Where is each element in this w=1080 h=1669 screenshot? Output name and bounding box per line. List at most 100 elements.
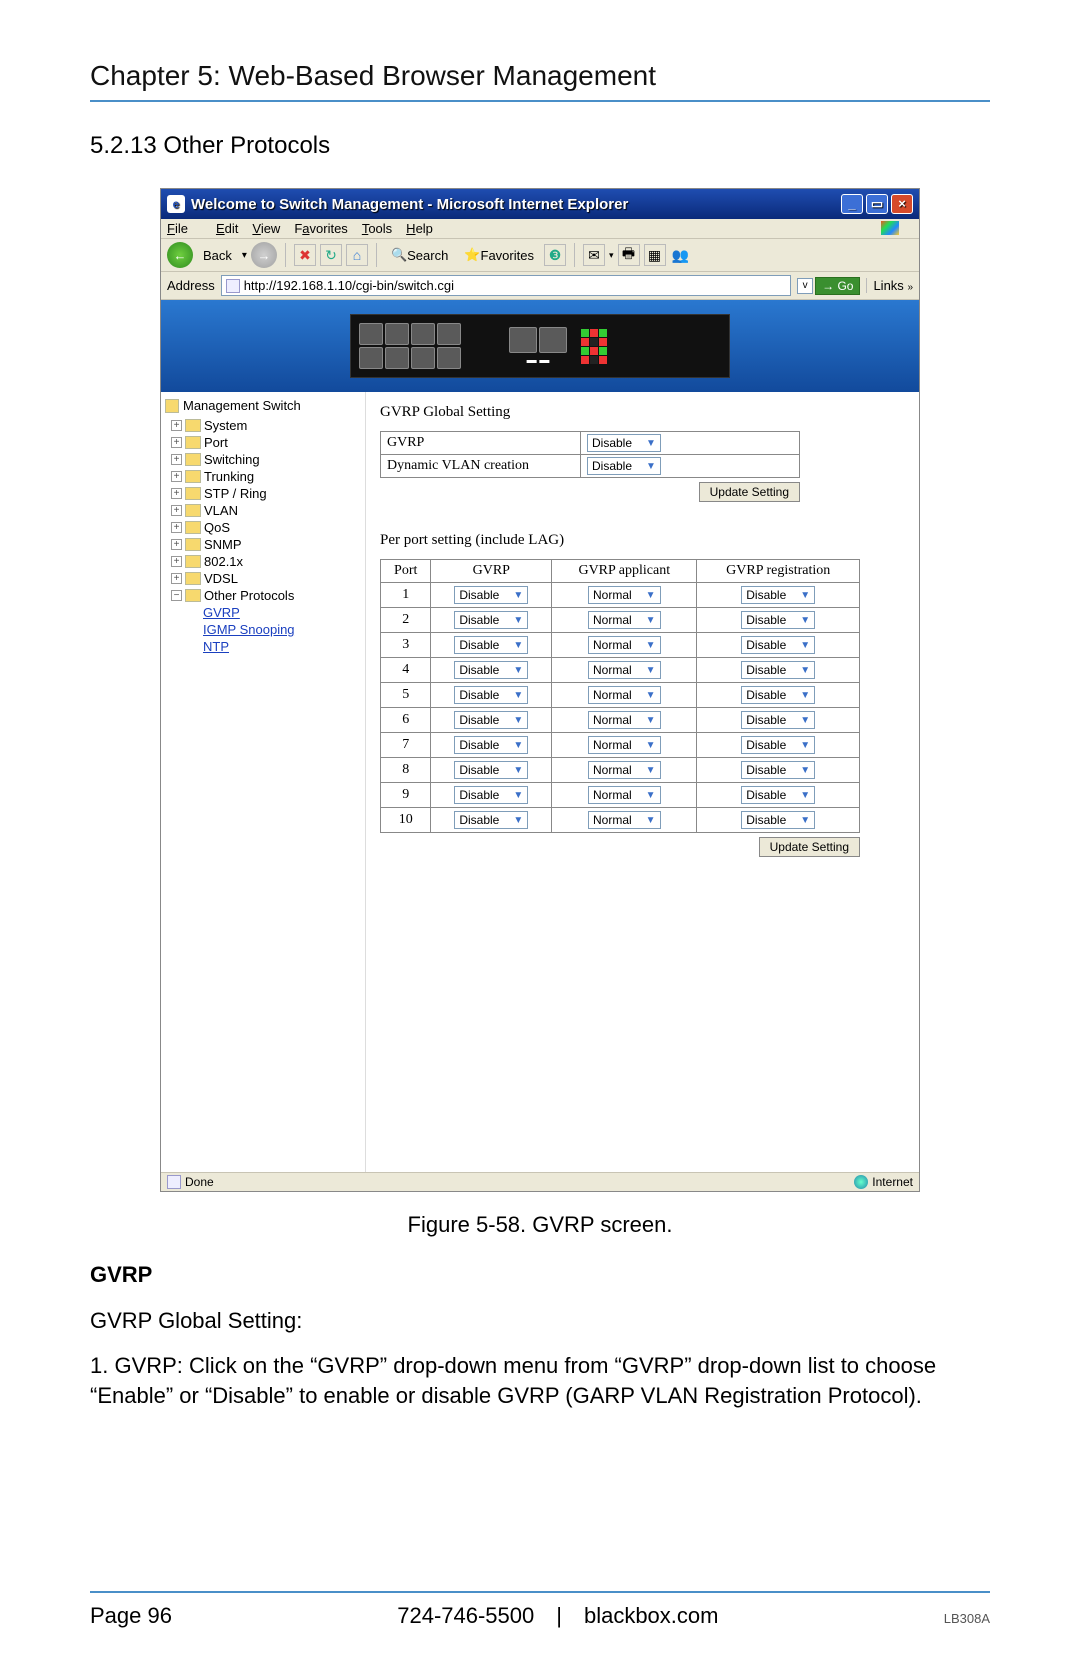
expand-icon[interactable]: + — [171, 539, 182, 550]
port-registration-dropdown[interactable]: Disable▼ — [741, 736, 815, 754]
links-label[interactable]: Links » — [866, 278, 913, 293]
favorites-button[interactable]: ⭐ Favorites — [458, 245, 540, 265]
port-gvrp-dropdown[interactable]: Disable▼ — [454, 736, 528, 754]
port-applicant-dropdown[interactable]: Normal▼ — [588, 786, 661, 804]
tree-link-ntp[interactable]: NTP — [203, 638, 361, 655]
gvrp-heading: GVRP — [90, 1260, 990, 1290]
go-button[interactable]: → Go — [815, 277, 860, 295]
expand-icon[interactable]: + — [171, 420, 182, 431]
back-label[interactable]: Back — [197, 246, 238, 265]
collapse-icon[interactable]: − — [171, 590, 182, 601]
expand-icon[interactable]: + — [171, 437, 182, 448]
port-gvrp-dropdown[interactable]: Disable▼ — [454, 611, 528, 629]
port-gvrp-dropdown[interactable]: Disable▼ — [454, 761, 528, 779]
messenger-button[interactable]: 👥 — [670, 244, 692, 266]
tree-item-vdsl[interactable]: +VDSL — [165, 570, 361, 587]
port-gvrp-dropdown[interactable]: Disable▼ — [454, 786, 528, 804]
menu-view[interactable]: View — [252, 221, 280, 236]
address-dropdown-icon[interactable]: v — [797, 278, 813, 294]
port-registration-dropdown[interactable]: Disable▼ — [741, 636, 815, 654]
tree-item-system[interactable]: +System — [165, 417, 361, 434]
refresh-button[interactable]: ↻ — [320, 244, 342, 266]
tree-item-switching[interactable]: +Switching — [165, 451, 361, 468]
back-button[interactable]: ← — [167, 242, 193, 268]
update-setting-button-top[interactable]: Update Setting — [699, 482, 800, 502]
port-registration-dropdown[interactable]: Disable▼ — [741, 611, 815, 629]
tree-item-stp-ring[interactable]: +STP / Ring — [165, 485, 361, 502]
print-button[interactable]: 🖶 — [618, 244, 640, 266]
port-applicant-dropdown[interactable]: Normal▼ — [588, 586, 661, 604]
port-number: 4 — [381, 658, 431, 683]
col-applicant: GVRP applicant — [552, 560, 697, 583]
expand-icon[interactable]: + — [171, 471, 182, 482]
tree-item-vlan[interactable]: +VLAN — [165, 502, 361, 519]
update-setting-button-bottom[interactable]: Update Setting — [759, 837, 860, 857]
port-applicant-dropdown[interactable]: Normal▼ — [588, 636, 661, 654]
perport-header: Per port setting (include LAG) — [380, 532, 905, 549]
port-applicant-dropdown[interactable]: Normal▼ — [588, 711, 661, 729]
stop-button[interactable]: ✖ — [294, 244, 316, 266]
port-applicant-dropdown[interactable]: Normal▼ — [588, 686, 661, 704]
tree-item-other-protocols[interactable]: −Other Protocols — [165, 587, 361, 604]
menu-help[interactable]: Help — [406, 221, 433, 236]
tree-item-802-1x[interactable]: +802.1x — [165, 553, 361, 570]
expand-icon[interactable]: + — [171, 454, 182, 465]
close-button[interactable]: × — [891, 194, 913, 214]
edit-button[interactable]: ▦ — [644, 244, 666, 266]
tree-item-trunking[interactable]: +Trunking — [165, 468, 361, 485]
port-gvrp-dropdown[interactable]: Disable▼ — [454, 711, 528, 729]
port-gvrp-dropdown[interactable]: Disable▼ — [454, 811, 528, 829]
folder-icon — [185, 521, 201, 534]
maximize-button[interactable]: ▭ — [866, 194, 888, 214]
port-gvrp-dropdown[interactable]: Disable▼ — [454, 586, 528, 604]
port-gvrp-dropdown[interactable]: Disable▼ — [454, 661, 528, 679]
menu-file[interactable]: File — [167, 221, 202, 236]
status-zone: Internet — [872, 1175, 913, 1189]
back-dropdown-icon[interactable]: ▾ — [242, 250, 247, 261]
expand-icon[interactable]: + — [171, 573, 182, 584]
tree-item-snmp[interactable]: +SNMP — [165, 536, 361, 553]
dvlan-dropdown[interactable]: Disable▼ — [587, 457, 661, 475]
expand-icon[interactable]: + — [171, 522, 182, 533]
gvrp-dropdown[interactable]: Disable▼ — [587, 434, 661, 452]
expand-icon[interactable]: + — [171, 556, 182, 567]
tree-item-port[interactable]: +Port — [165, 434, 361, 451]
tree-link-igmp-snooping[interactable]: IGMP Snooping — [203, 621, 361, 638]
menu-favorites[interactable]: Favorites — [294, 221, 347, 236]
port-applicant-dropdown[interactable]: Normal▼ — [588, 611, 661, 629]
windows-flag-icon — [881, 221, 899, 235]
expand-icon[interactable]: + — [171, 488, 182, 499]
tree-label: 802.1x — [204, 554, 243, 569]
port-gvrp-dropdown[interactable]: Disable▼ — [454, 686, 528, 704]
port-applicant-dropdown[interactable]: Normal▼ — [588, 736, 661, 754]
forward-button[interactable]: → — [251, 242, 277, 268]
table-row: 7Disable▼Normal▼Disable▼ — [381, 733, 860, 758]
port-registration-dropdown[interactable]: Disable▼ — [741, 761, 815, 779]
port-applicant-dropdown[interactable]: Normal▼ — [588, 661, 661, 679]
search-button[interactable]: 🔍 Search — [385, 245, 454, 265]
tree-item-qos[interactable]: +QoS — [165, 519, 361, 536]
port-registration-dropdown[interactable]: Disable▼ — [741, 586, 815, 604]
menu-tools[interactable]: Tools — [362, 221, 392, 236]
mail-button[interactable]: ✉ — [583, 244, 605, 266]
history-button[interactable]: ❸ — [544, 244, 566, 266]
address-input[interactable]: http://192.168.1.10/cgi-bin/switch.cgi — [221, 275, 791, 296]
home-button[interactable]: ⌂ — [346, 244, 368, 266]
port-registration-dropdown[interactable]: Disable▼ — [741, 811, 815, 829]
minimize-button[interactable]: _ — [841, 194, 863, 214]
port-registration-dropdown[interactable]: Disable▼ — [741, 686, 815, 704]
port-registration-dropdown[interactable]: Disable▼ — [741, 711, 815, 729]
port-applicant-dropdown[interactable]: Normal▼ — [588, 761, 661, 779]
port-registration-dropdown[interactable]: Disable▼ — [741, 786, 815, 804]
ie-window: e Welcome to Switch Management - Microso… — [160, 188, 920, 1192]
port-registration-dropdown[interactable]: Disable▼ — [741, 661, 815, 679]
port-applicant-dropdown[interactable]: Normal▼ — [588, 811, 661, 829]
tree-link-gvrp[interactable]: GVRP — [203, 604, 361, 621]
tree-root-label[interactable]: Management Switch — [183, 398, 301, 413]
global-setting-header: GVRP Global Setting — [380, 404, 905, 421]
mail-dropdown-icon[interactable]: ▾ — [609, 250, 614, 261]
expand-icon[interactable]: + — [171, 505, 182, 516]
port-gvrp-dropdown[interactable]: Disable▼ — [454, 636, 528, 654]
status-page-icon — [167, 1175, 181, 1189]
menu-edit[interactable]: Edit — [216, 221, 238, 236]
